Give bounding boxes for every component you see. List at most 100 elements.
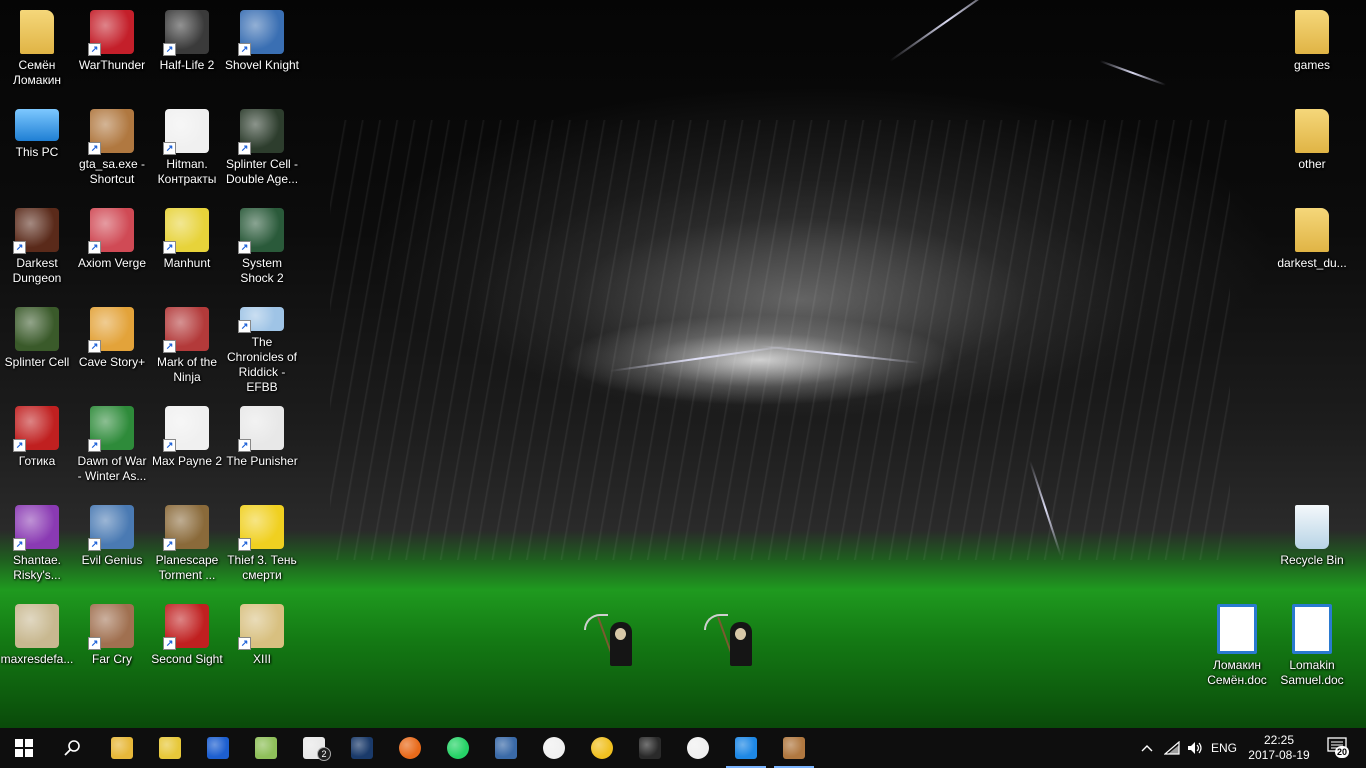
desktop-icon-label: Ломакин Семён.doc	[1207, 658, 1267, 687]
desktop-icon[interactable]: maxresdefa...	[0, 596, 75, 692]
folder-icon	[1295, 10, 1329, 54]
taskbar-file-explorer-button[interactable]	[98, 728, 146, 768]
firefox-icon	[399, 737, 421, 759]
desktop-icon[interactable]: ↗ The Punisher	[224, 398, 300, 494]
desktop-icon-label: darkest_du...	[1277, 256, 1347, 270]
search-button[interactable]	[48, 728, 96, 768]
desktop-icon[interactable]: ↗ Cave Story+	[74, 299, 150, 395]
language-indicator[interactable]: ENG	[1208, 728, 1240, 768]
taskbar-gta-sa-button[interactable]	[770, 728, 818, 768]
desktop: Семён Ломакин ↗ WarThunder ↗ Half-Life 2 ↗ Sho…	[0, 0, 1366, 728]
desktop-icon-label: Hitman. Контракты	[157, 157, 217, 186]
hitman-icon: ↗	[163, 109, 209, 155]
desktop-icon[interactable]: ↗ Hitman. Контракты	[149, 101, 225, 197]
desktop-icon[interactable]: Recycle Bin	[1274, 497, 1350, 593]
terminal-icon	[639, 737, 661, 759]
rain-overlay	[330, 120, 1230, 560]
desktop-icon[interactable]: ↗ The Chronicles of Riddick - EFBB	[224, 299, 300, 395]
clock-date: 2017-08-19	[1248, 748, 1310, 762]
windows-logo-icon	[15, 739, 33, 757]
desktop-icon[interactable]: Ломакин Семён.doc	[1199, 596, 1275, 692]
writer-document-icon	[1217, 604, 1257, 654]
writer-document-icon	[1292, 604, 1332, 654]
desktop-icon[interactable]: darkest_du...	[1274, 200, 1350, 296]
cave-story-icon: ↗	[88, 307, 134, 353]
taskbar-whatsapp-button[interactable]	[434, 728, 482, 768]
desktop-icon[interactable]: This PC	[0, 101, 75, 197]
desktop-icon[interactable]: ↗ WarThunder	[74, 2, 150, 98]
desktop-icon[interactable]: games	[1274, 2, 1350, 98]
shortcut-arrow-icon: ↗	[238, 637, 251, 650]
desktop-icon[interactable]: ↗ gta_sa.exe - Shortcut	[74, 101, 150, 197]
taskbar-calculator-app-button[interactable]	[194, 728, 242, 768]
darkest-dungeon-icon: ↗	[13, 208, 59, 254]
desktop-icon-label: other	[1298, 157, 1326, 171]
desktop-icon-label: Second Sight	[151, 652, 223, 666]
shantae-icon: ↗	[13, 505, 59, 551]
desktop-icon[interactable]: other	[1274, 101, 1350, 197]
desktop-icon[interactable]: ↗ Dawn of War - Winter As...	[74, 398, 150, 494]
taskbar-game-app-button[interactable]	[482, 728, 530, 768]
desktop-icon[interactable]: ↗ Planescape Torment ...	[149, 497, 225, 593]
shortcut-arrow-icon: ↗	[13, 538, 26, 551]
shortcut-arrow-icon: ↗	[238, 439, 251, 452]
desktop-icon-label: This PC	[15, 145, 59, 159]
network-button[interactable]	[1160, 728, 1184, 768]
shortcut-arrow-icon: ↗	[88, 43, 101, 56]
taskbar-edge-button[interactable]	[722, 728, 770, 768]
desktop-icon-label: Thief 3. Тень смерти	[227, 553, 297, 582]
desktop-icon[interactable]: ↗ Max Payne 2	[149, 398, 225, 494]
taskbar-command-prompt-button[interactable]	[626, 728, 674, 768]
desktop-icon[interactable]: ↗ Half-Life 2	[149, 2, 225, 98]
desktop-icon[interactable]: ↗ Darkest Dungeon	[0, 200, 75, 296]
taskbar-firefox-button[interactable]	[386, 728, 434, 768]
desktop-icon-label: Готика	[18, 454, 56, 468]
notification-count-badge: 20	[1335, 746, 1350, 758]
desktop-icon[interactable]: ↗ System Shock 2	[224, 200, 300, 296]
desktop-icon[interactable]: ↗ Thief 3. Тень смерти	[224, 497, 300, 593]
taskbar: 2 ENG 22:25 2017-08-19 20	[0, 728, 1366, 768]
desktop-icon[interactable]: Lomakin Samuel.doc	[1274, 596, 1350, 692]
desktop-icon-label: WarThunder	[78, 58, 146, 72]
taskbar-player-app-button[interactable]	[578, 728, 626, 768]
second-sight-icon: ↗	[163, 604, 209, 650]
desktop-icon[interactable]: ↗ Evil Genius	[74, 497, 150, 593]
start-button[interactable]	[0, 728, 48, 768]
volume-button[interactable]	[1184, 728, 1206, 768]
desktop-icon[interactable]: ↗ Shovel Knight	[224, 2, 300, 98]
notepad-icon	[255, 737, 277, 759]
folder-icon	[1295, 109, 1329, 153]
taskbar-messaging-button[interactable]	[674, 728, 722, 768]
unread-badge: 2	[317, 747, 331, 761]
desktop-icon[interactable]: ↗ Far Cry	[74, 596, 150, 692]
desktop-icon[interactable]: ↗ Готика	[0, 398, 75, 494]
edge-icon	[735, 737, 757, 759]
taskbar-mail-button[interactable]: 2	[290, 728, 338, 768]
grid-app-icon	[207, 737, 229, 759]
desktop-icon-label: games	[1293, 58, 1331, 72]
shortcut-arrow-icon: ↗	[88, 637, 101, 650]
desktop-icon[interactable]: ↗ Splinter Cell - Double Age...	[224, 101, 300, 197]
desktop-icon[interactable]: ↗ Mark of the Ninja	[149, 299, 225, 395]
taskbar-photoshop-button[interactable]	[338, 728, 386, 768]
wifi-icon	[1164, 741, 1180, 755]
desktop-icon[interactable]: ↗ Shantae. Risky's...	[0, 497, 75, 593]
taskbar-winamp-button[interactable]	[146, 728, 194, 768]
taskbar-brightness-app-button[interactable]	[530, 728, 578, 768]
desktop-icon-label: Splinter Cell - Double Age...	[225, 157, 299, 186]
manhunt-icon: ↗	[163, 208, 209, 254]
taskbar-notepad-app-button[interactable]	[242, 728, 290, 768]
desktop-icon[interactable]: Splinter Cell	[0, 299, 75, 395]
action-center-button[interactable]: 20	[1318, 728, 1358, 768]
desktop-icon[interactable]: Семён Ломакин	[0, 2, 75, 98]
shortcut-arrow-icon: ↗	[163, 340, 176, 353]
shortcut-arrow-icon: ↗	[88, 142, 101, 155]
shortcut-arrow-icon: ↗	[163, 637, 176, 650]
desktop-icon[interactable]: ↗ Second Sight	[149, 596, 225, 692]
clock[interactable]: 22:25 2017-08-19	[1244, 728, 1314, 768]
desktop-icon[interactable]: ↗ XIII	[224, 596, 300, 692]
show-hidden-icons-button[interactable]	[1136, 728, 1158, 768]
desktop-icon[interactable]: ↗ Manhunt	[149, 200, 225, 296]
planescape-torment-icon: ↗	[163, 505, 209, 551]
desktop-icon[interactable]: ↗ Axiom Verge	[74, 200, 150, 296]
